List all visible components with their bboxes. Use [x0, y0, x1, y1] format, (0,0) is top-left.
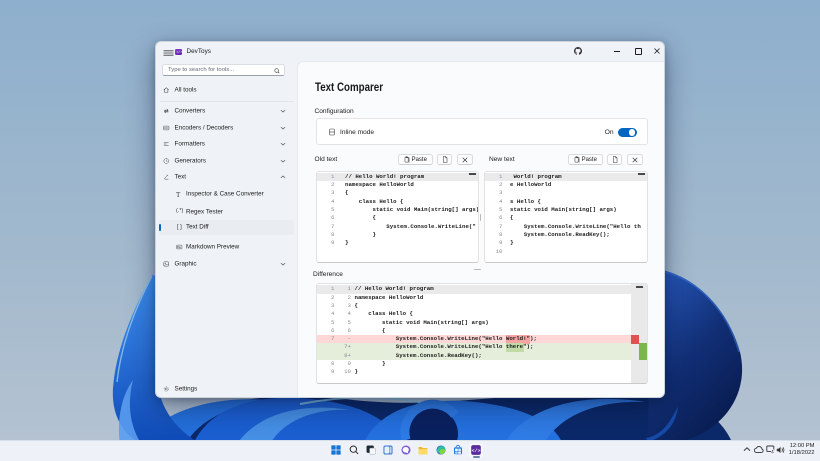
- svg-text:</>: </>: [472, 447, 481, 453]
